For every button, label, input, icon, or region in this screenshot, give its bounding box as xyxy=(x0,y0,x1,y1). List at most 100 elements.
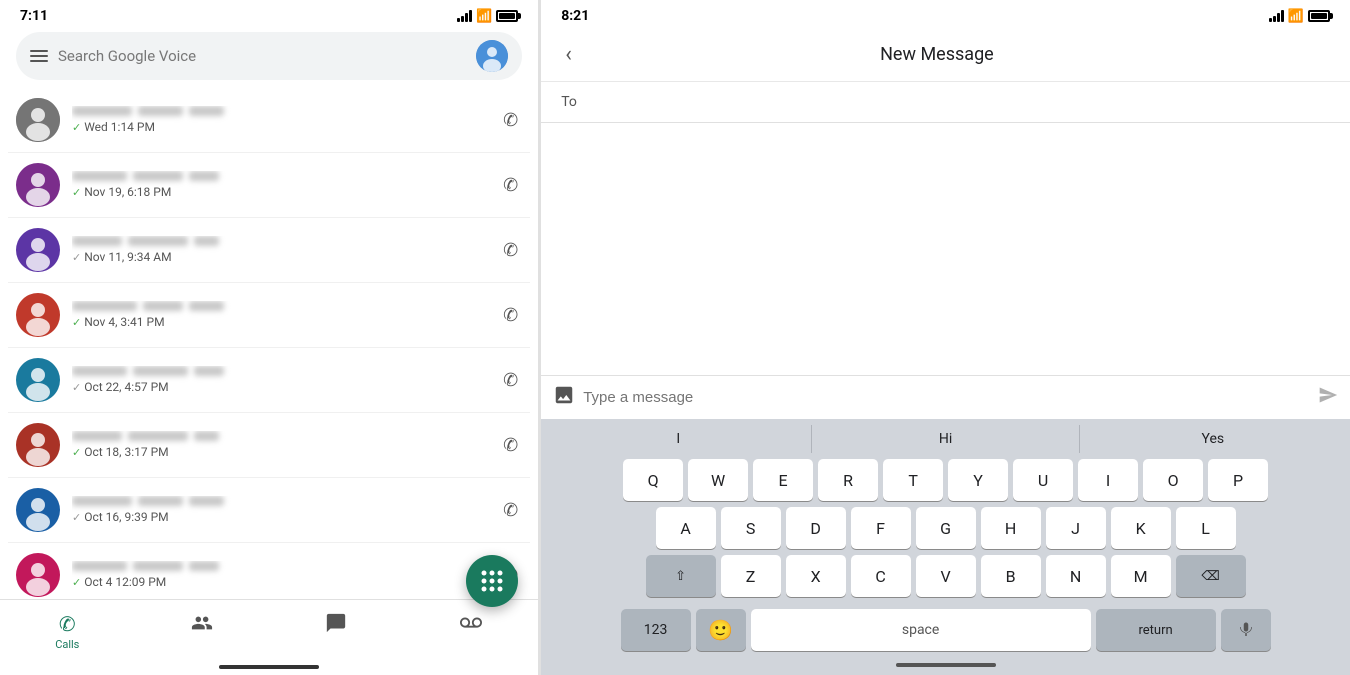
key-y[interactable]: Y xyxy=(948,459,1008,501)
space-key[interactable]: space xyxy=(751,609,1091,651)
phone-button[interactable]: ✆ xyxy=(499,431,522,460)
signal-icon xyxy=(1269,10,1284,22)
contact-info: ✓ Oct 16, 9:39 PM xyxy=(72,496,487,524)
left-phone: 7:11 📶 Search Google Voice xyxy=(0,0,539,675)
contact-avatar xyxy=(16,98,60,142)
contact-time: ✓ Oct 16, 9:39 PM xyxy=(72,510,487,524)
contact-info: ✓ Nov 11, 9:34 AM xyxy=(72,236,487,264)
list-item[interactable]: ✓ Nov 11, 9:34 AM ✆ xyxy=(8,218,530,283)
list-item[interactable]: ✓ Nov 19, 6:18 PM ✆ xyxy=(8,153,530,218)
keyboard: I Hi Yes Q W E R T Y U I O P A S D xyxy=(541,419,1350,655)
key-a[interactable]: A xyxy=(656,507,716,549)
key-d[interactable]: D xyxy=(786,507,846,549)
left-status-icons: 📶 xyxy=(457,9,518,24)
key-x[interactable]: X xyxy=(786,555,846,597)
key-q[interactable]: Q xyxy=(623,459,683,501)
contact-time: ✓ Oct 22, 4:57 PM xyxy=(72,380,487,394)
back-button[interactable]: ‹ xyxy=(557,38,580,71)
nav-messages[interactable] xyxy=(269,608,404,655)
right-time: 8:21 xyxy=(561,8,589,24)
list-item[interactable]: ✓ Oct 16, 9:39 PM ✆ xyxy=(8,478,530,543)
home-indicator xyxy=(0,659,538,675)
key-k[interactable]: K xyxy=(1111,507,1171,549)
nav-voicemail[interactable] xyxy=(404,608,539,655)
key-s[interactable]: S xyxy=(721,507,781,549)
key-u[interactable]: U xyxy=(1013,459,1073,501)
suggestion-hi[interactable]: Hi xyxy=(812,425,1079,453)
image-attach-icon[interactable] xyxy=(553,384,575,411)
key-z[interactable]: Z xyxy=(721,555,781,597)
to-field[interactable]: To xyxy=(541,82,1350,123)
key-h[interactable]: H xyxy=(981,507,1041,549)
emoji-key[interactable]: 🙂 xyxy=(696,609,746,651)
contact-time: ✓ Wed 1:14 PM xyxy=(72,120,487,134)
list-item[interactable]: ✓ Wed 1:14 PM ✆ xyxy=(8,88,530,153)
contact-avatar xyxy=(16,228,60,272)
key-g[interactable]: G xyxy=(916,507,976,549)
check-icon: ✓ xyxy=(72,381,81,394)
phone-button[interactable]: ✆ xyxy=(499,106,522,135)
list-item[interactable]: ✓ Oct 22, 4:57 PM ✆ xyxy=(8,348,530,413)
phone-button[interactable]: ✆ xyxy=(499,171,522,200)
contact-time: ✓ Oct 18, 3:17 PM xyxy=(72,445,487,459)
avatar[interactable] xyxy=(476,40,508,72)
key-o[interactable]: O xyxy=(1143,459,1203,501)
key-v[interactable]: V xyxy=(916,555,976,597)
key-m[interactable]: M xyxy=(1111,555,1171,597)
mic-key[interactable] xyxy=(1221,609,1271,651)
check-icon: ✓ xyxy=(72,511,81,524)
return-key[interactable]: return xyxy=(1096,609,1216,651)
key-n[interactable]: N xyxy=(1046,555,1106,597)
nav-contacts[interactable] xyxy=(135,608,270,655)
numbers-key[interactable]: 123 xyxy=(621,609,691,651)
keyboard-row-2: A S D F G H J K L xyxy=(545,507,1346,549)
dialpad-fab[interactable] xyxy=(466,555,518,607)
key-f[interactable]: F xyxy=(851,507,911,549)
key-i[interactable]: I xyxy=(1078,459,1138,501)
key-t[interactable]: T xyxy=(883,459,943,501)
list-item[interactable]: ✓ Oct 18, 3:17 PM ✆ xyxy=(8,413,530,478)
suggestion-yes[interactable]: Yes xyxy=(1080,425,1346,453)
bottom-nav: ✆ Calls xyxy=(0,599,538,659)
search-bar[interactable]: Search Google Voice xyxy=(16,32,522,80)
contact-avatar xyxy=(16,423,60,467)
contact-avatar xyxy=(16,163,60,207)
key-w[interactable]: W xyxy=(688,459,748,501)
shift-key[interactable]: ⇧ xyxy=(646,555,716,597)
page-title: New Message xyxy=(592,44,1282,65)
to-label: To xyxy=(561,94,577,110)
key-r[interactable]: R xyxy=(818,459,878,501)
hamburger-icon[interactable] xyxy=(30,50,48,62)
signal-icon xyxy=(457,10,472,22)
key-l[interactable]: L xyxy=(1176,507,1236,549)
list-item[interactable]: ✓ Oct 4 12:09 PM ✆ xyxy=(8,543,530,599)
key-b[interactable]: B xyxy=(981,555,1041,597)
wifi-icon: 📶 xyxy=(476,9,492,24)
calls-icon: ✆ xyxy=(59,612,76,636)
key-c[interactable]: C xyxy=(851,555,911,597)
keyboard-row-4: 123 🙂 space return xyxy=(545,609,1346,651)
wifi-icon: 📶 xyxy=(1288,9,1304,24)
phone-button[interactable]: ✆ xyxy=(499,236,522,265)
send-button[interactable] xyxy=(1318,385,1338,410)
list-item[interactable]: ✓ Nov 4, 3:41 PM ✆ xyxy=(8,283,530,348)
to-input[interactable] xyxy=(585,94,1330,110)
key-e[interactable]: E xyxy=(753,459,813,501)
phone-button[interactable]: ✆ xyxy=(499,301,522,330)
key-p[interactable]: P xyxy=(1208,459,1268,501)
check-icon: ✓ xyxy=(72,316,81,329)
key-j[interactable]: J xyxy=(1046,507,1106,549)
battery-icon xyxy=(496,10,518,22)
backspace-key[interactable]: ⌫ xyxy=(1176,555,1246,597)
nav-calls[interactable]: ✆ Calls xyxy=(0,608,135,655)
contact-avatar xyxy=(16,358,60,402)
voicemail-icon xyxy=(460,612,482,639)
message-input[interactable] xyxy=(583,389,1310,406)
search-input[interactable]: Search Google Voice xyxy=(58,47,466,65)
contact-info: ✓ Oct 18, 3:17 PM xyxy=(72,431,487,459)
phone-button[interactable]: ✆ xyxy=(499,366,522,395)
contact-info: ✓ Oct 22, 4:57 PM xyxy=(72,366,487,394)
suggestion-i[interactable]: I xyxy=(545,425,812,453)
contact-info: ✓ Wed 1:14 PM xyxy=(72,106,487,134)
phone-button[interactable]: ✆ xyxy=(499,496,522,525)
